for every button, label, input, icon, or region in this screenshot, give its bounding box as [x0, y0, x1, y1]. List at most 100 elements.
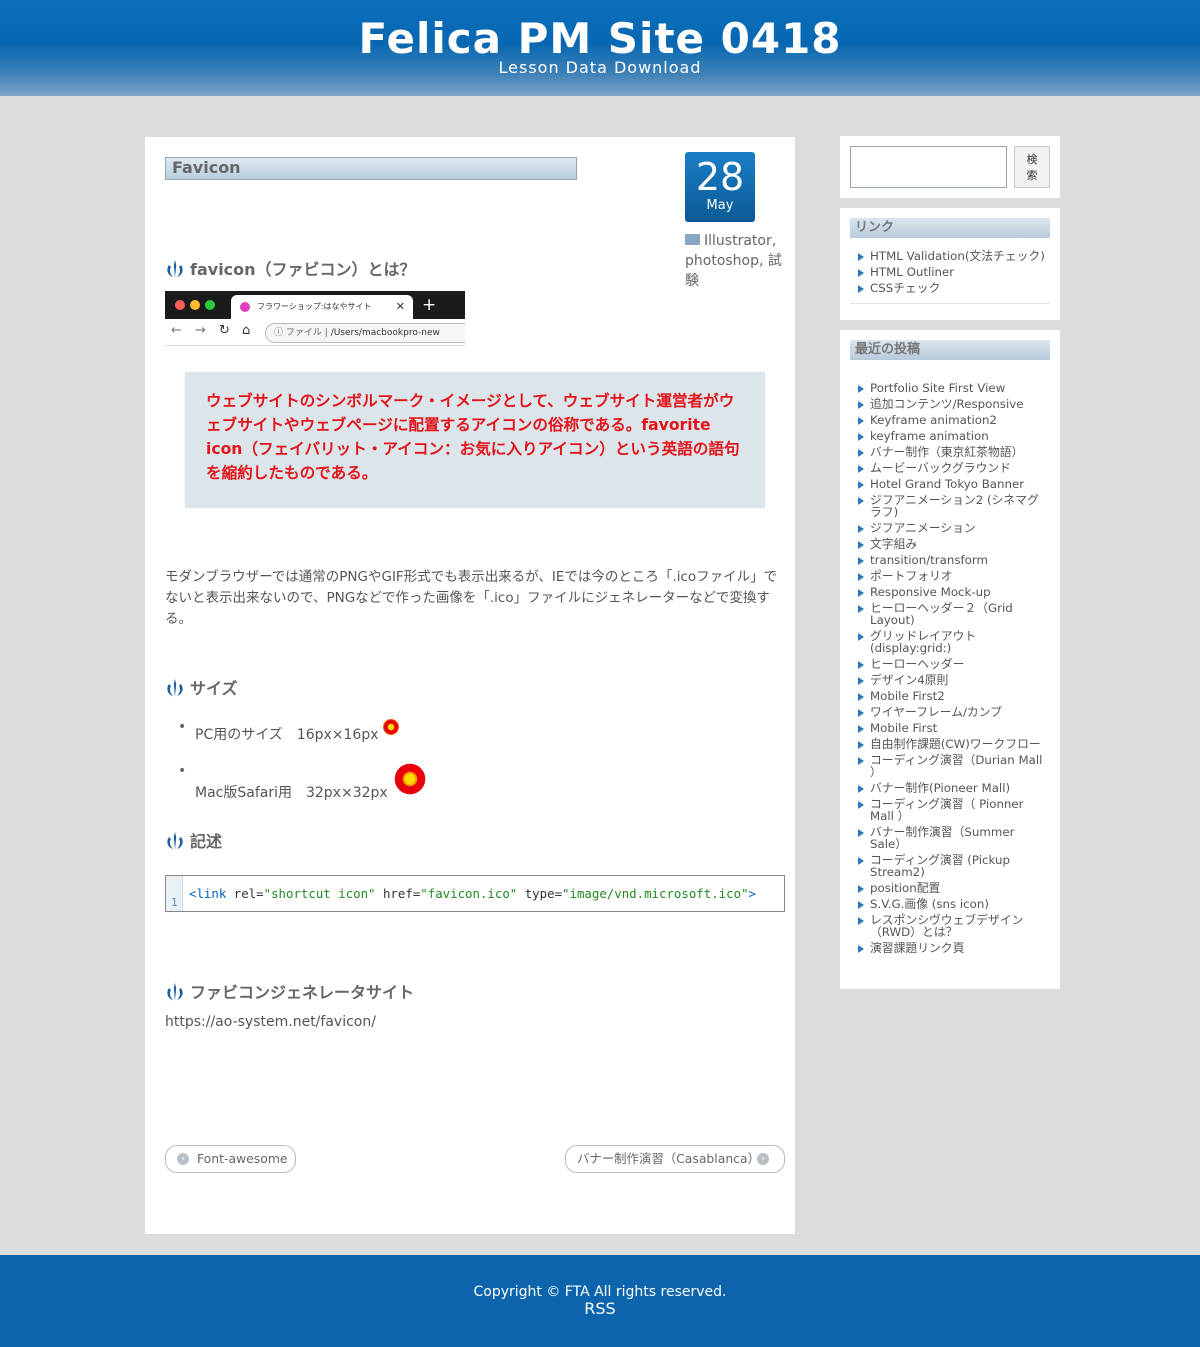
code-block[interactable]: 1 <link rel="shortcut icon" href="favico… — [165, 875, 785, 912]
previous-post-label: Font-awesome — [197, 1151, 288, 1166]
post-article: Favicon 28 May Illustrator, photoshop, 試… — [145, 137, 795, 1234]
recent-post-link[interactable]: Responsive Mock-up — [856, 586, 1050, 598]
recent-post-link[interactable]: 文字組み — [856, 538, 1050, 550]
address-scheme: ファイル — [285, 328, 322, 338]
links-widget-title: リンク — [850, 218, 1050, 238]
copyright: Copyright © FTA All rights reserved. — [473, 1284, 727, 1300]
size-list: PC用のサイズ 16px×16px Mac版Safari用 32px×32px — [175, 719, 426, 802]
recent-post-link[interactable]: transition/transform — [856, 554, 1050, 566]
recent-post-link[interactable]: ヒーローヘッダー２（Grid Layout) — [856, 602, 1050, 626]
recent-post-link[interactable]: デザイン4原則 — [856, 674, 1050, 686]
recent-post-link[interactable]: レスポンシヴウェブデザイン （RWD）とは？ — [856, 914, 1050, 938]
recent-post-link[interactable]: コーディング演習（Durian Mall） — [856, 754, 1050, 778]
recent-post-link[interactable]: ポートフォリオ — [856, 570, 1050, 582]
search-button[interactable]: 検索 — [1014, 146, 1050, 188]
jedi-emblem-icon — [167, 832, 183, 850]
recent-post-link[interactable]: ヒーローヘッダー — [856, 658, 1050, 670]
section-heading-text: サイズ — [190, 679, 238, 698]
recent-post-link[interactable]: 追加コンテンツ/Responsive — [856, 398, 1050, 410]
date-badge: 28 May — [685, 152, 755, 222]
recent-post-link[interactable]: グリッドレイアウト (display:grid:) — [856, 630, 1050, 654]
sidebar-link[interactable]: HTML Validation(文法チェック) — [856, 250, 1050, 262]
section-heading-favicon: favicon（ファビコン）とは？ — [165, 259, 416, 281]
post-title: Favicon — [165, 157, 577, 180]
recent-post-link[interactable]: ジフアニメーション2 (シネマグ ラフ) — [856, 494, 1050, 518]
section-heading-generator: ファビコンジェネレータサイト — [165, 982, 414, 1004]
recent-post-link[interactable]: Portfolio Site First View — [856, 382, 1050, 394]
site-description: Lesson Data Download — [498, 58, 702, 77]
divider — [850, 303, 1050, 304]
section-heading-text: 記述 — [190, 832, 223, 851]
recent-post-link[interactable]: ムービーバックグラウンド — [856, 462, 1050, 474]
recent-post-link[interactable]: 演習課題リンク頁 — [856, 942, 1050, 954]
site-footer: Copyright © FTA All rights reserved. RSS — [0, 1255, 1200, 1347]
list-item: PC用のサイズ 16px×16px — [175, 719, 426, 763]
recent-post-link[interactable]: バナー制作（東京紅茶物語） — [856, 446, 1050, 458]
recent-posts-list: Portfolio Site First View 追加コンテンツ/Respons… — [856, 382, 1050, 958]
recent-post-link[interactable]: 自由制作課題(CW)ワークフロー — [856, 738, 1050, 750]
definition-quote: ウェブサイトのシンボルマーク・イメージとして、ウェブサイト運営者がウェブサイトや… — [185, 372, 765, 508]
recent-post-link[interactable]: position配置 — [856, 882, 1050, 894]
generator-url: https://ao-system.net/favicon/ — [165, 1014, 376, 1030]
chevron-right-icon: › — [757, 1153, 769, 1165]
code-gutter: 1 — [166, 876, 183, 911]
recent-post-link[interactable]: バナー制作演習（Summer Sale） — [856, 826, 1050, 850]
recent-posts-title: 最近の投稿 — [850, 340, 1050, 360]
post-categories: Illustrator, photoshop, 試験 — [685, 231, 789, 291]
date-month: May — [706, 198, 734, 213]
recent-post-link[interactable]: Mobile First — [856, 722, 1050, 734]
recent-post-link[interactable]: Mobile First2 — [856, 690, 1050, 702]
browser-tab: フラワーショップ:はなやサイト ✕ — [231, 295, 413, 319]
flower-favicon-32-icon — [393, 763, 426, 795]
maximize-dot-icon — [205, 300, 215, 310]
folder-icon — [685, 234, 700, 245]
back-arrow-icon: ← — [171, 323, 182, 338]
chevron-left-icon: ‹ — [177, 1153, 189, 1165]
site-title[interactable]: Felica PM Site 0418 — [0, 14, 1200, 63]
section-heading-text: ファビコンジェネレータサイト — [190, 983, 415, 1002]
code-line: <link rel="shortcut icon" href="favicon.… — [189, 886, 756, 901]
tab-close-icon: ✕ — [395, 300, 405, 313]
sidebar-link[interactable]: CSSチェック — [856, 282, 1050, 294]
section-heading-size: サイズ — [165, 678, 238, 700]
info-icon: ⓘ — [274, 328, 284, 338]
close-dot-icon — [175, 300, 185, 310]
links-list: HTML Validation(文法チェック) HTML Outliner CS… — [856, 250, 1050, 298]
forward-arrow-icon: → — [195, 323, 206, 338]
flower-favicon-icon — [240, 302, 250, 312]
previous-post-button[interactable]: ‹ Font-awesome — [165, 1145, 296, 1173]
date-day: 28 — [695, 155, 745, 199]
line-number: 1 — [171, 896, 178, 909]
links-widget: リンク HTML Validation(文法チェック) HTML Outline… — [840, 208, 1060, 320]
jedi-emblem-icon — [167, 679, 183, 697]
recent-post-link[interactable]: ワイヤーフレーム/カンプ — [856, 706, 1050, 718]
search-button-label: 検索 — [1026, 153, 1038, 182]
rss-link[interactable]: RSS — [0, 1299, 1200, 1318]
recent-post-link[interactable]: コーディング演習（ Pionner Mall ） — [856, 798, 1050, 822]
size-label: PC用のサイズ 16px×16px — [195, 727, 379, 743]
address-path: /Users/macbookpro-new — [330, 328, 440, 338]
site-header: Felica PM Site 0418 Lesson Data Download — [0, 0, 1200, 96]
search-widget: 検索 — [840, 136, 1060, 198]
search-input[interactable] — [850, 146, 1007, 188]
recent-post-link[interactable]: ジフアニメーション — [856, 522, 1050, 534]
next-post-button[interactable]: バナー制作演習（Casablanca） › — [565, 1145, 785, 1173]
recent-post-link[interactable]: S.V.G.画像 (sns icon) — [856, 898, 1050, 910]
quote-text: ウェブサイトのシンボルマーク・イメージとして、ウェブサイト運営者がウェブサイトや… — [206, 392, 740, 482]
reload-icon: ↻ — [219, 323, 230, 338]
section-heading-text: favicon（ファビコン）とは？ — [190, 260, 416, 279]
home-icon: ⌂ — [242, 323, 251, 338]
size-label: Mac版Safari用 32px×32px — [195, 785, 388, 801]
browser-tab-title: フラワーショップ:はなやサイト — [257, 302, 372, 311]
recent-post-link[interactable]: バナー制作(Pioneer Mall) — [856, 782, 1050, 794]
new-tab-icon: + — [422, 295, 437, 315]
sidebar-link[interactable]: HTML Outliner — [856, 266, 1050, 278]
recent-post-link[interactable]: keyframe animation — [856, 430, 1050, 442]
recent-post-link[interactable]: Keyframe animation2 — [856, 414, 1050, 426]
recent-posts-widget: 最近の投稿 Portfolio Site First View 追加コンテンツ/R… — [840, 330, 1060, 989]
recent-post-link[interactable]: コーディング演習 (Pickup Stream2) — [856, 854, 1050, 878]
browser-address-bar: ⓘ ファイル | /Users/macbookpro-new — [265, 323, 465, 343]
body-paragraph: モダンブラウザーでは通常のPNGやGIF形式でも表示出来るが、IEでは今のところ… — [165, 569, 778, 627]
flower-favicon-16-icon — [382, 719, 399, 735]
recent-post-link[interactable]: Hotel Grand Tokyo Banner — [856, 478, 1050, 490]
